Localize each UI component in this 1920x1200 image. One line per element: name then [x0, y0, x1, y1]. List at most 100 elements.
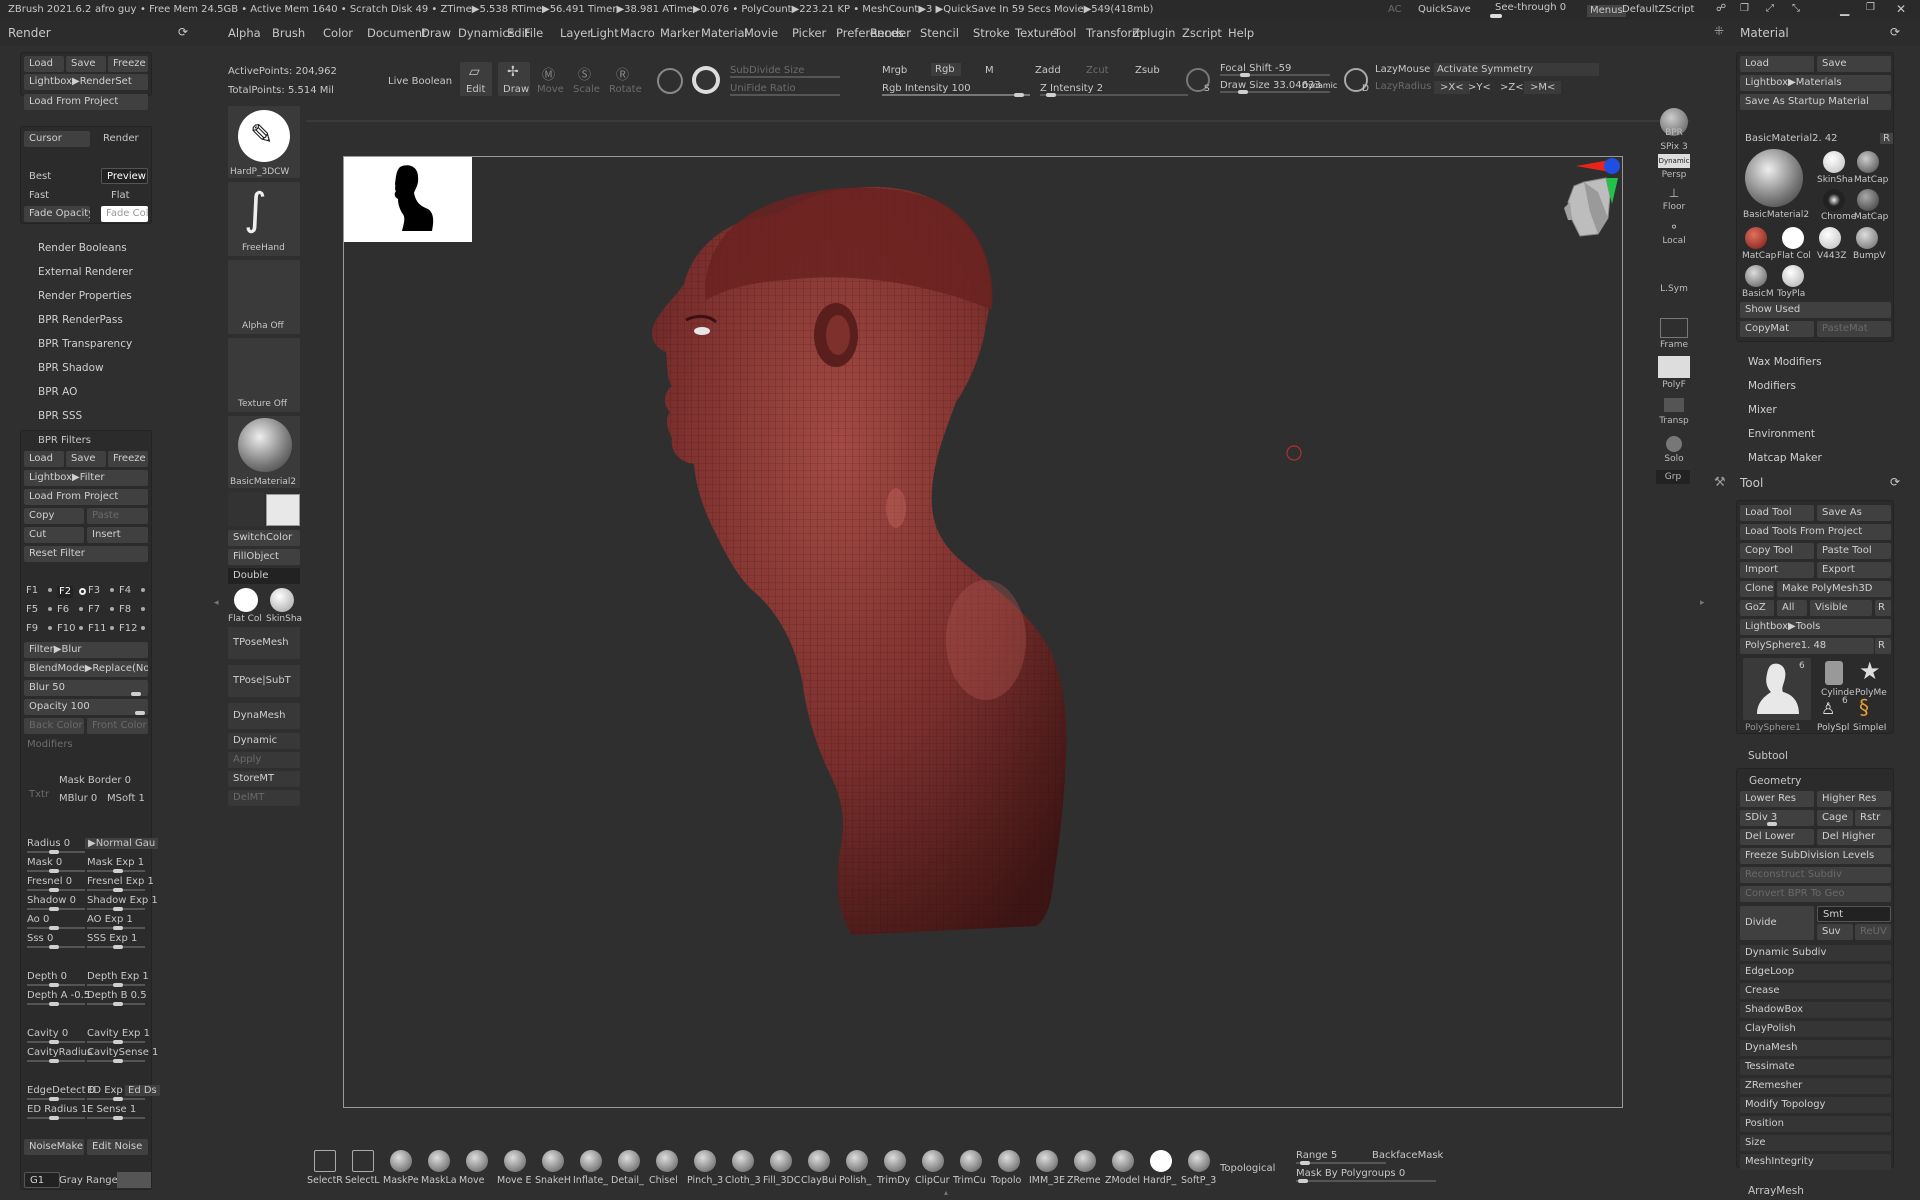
lsym-button[interactable]: L.Sym	[1652, 284, 1696, 294]
material-save-button[interactable]: Save	[1817, 56, 1891, 72]
rgb-button[interactable]: Rgb	[931, 63, 961, 76]
apply-button[interactable]: Apply	[228, 752, 300, 768]
g1-button[interactable]: G1	[24, 1172, 60, 1188]
range-slider[interactable]: Range 5	[1296, 1150, 1337, 1161]
sym-y-button[interactable]: >Y<	[1465, 81, 1494, 94]
tool-panel-title[interactable]: Tool	[1740, 476, 1763, 490]
sym-m-button[interactable]: >M<	[1524, 81, 1562, 94]
resize-icon[interactable]: ⤢	[1766, 4, 1774, 14]
toyplastic-icon[interactable]	[1782, 265, 1804, 287]
model-viewport[interactable]	[306, 120, 1690, 1145]
current-material-slider[interactable]: BasicMaterial2. 42	[1745, 133, 1838, 144]
menu-texture[interactable]: Texture	[1015, 26, 1057, 40]
cavity-slider[interactable]: Cavity 0	[27, 1028, 68, 1039]
load-tools-project-button[interactable]: Load Tools From Project	[1740, 524, 1891, 540]
local-button[interactable]: Local	[1652, 236, 1696, 246]
rgb-intensity-slider[interactable]: Rgb Intensity 100	[882, 83, 971, 94]
ed-exp-slider[interactable]: ED Exp	[87, 1085, 123, 1096]
visible-button[interactable]: Visible	[1810, 600, 1872, 616]
subdivide-size-slider[interactable]: SubDivide Size	[730, 65, 804, 76]
render-section-bpr-transparency[interactable]: BPR Transparency	[38, 338, 132, 350]
dynamic-persp-icon[interactable]: Dynamic	[1658, 154, 1690, 168]
render-button[interactable]: Render	[103, 133, 139, 144]
pastemat-button[interactable]: PasteMat	[1817, 321, 1891, 337]
material-section-environment[interactable]: Environment	[1748, 428, 1815, 440]
load-tool-button[interactable]: Load Tool	[1740, 505, 1814, 521]
skinshade-icon[interactable]	[1823, 151, 1845, 173]
transp-button[interactable]: Transp	[1652, 416, 1696, 426]
render-section-bpr-sss[interactable]: BPR SSS	[38, 410, 82, 422]
reconstruct-subdiv-button[interactable]: Reconstruct Subdiv	[1740, 867, 1891, 883]
transpose-icon[interactable]	[692, 66, 720, 94]
stroke-slot[interactable]: ∫ FreeHand	[228, 182, 300, 256]
clone-button[interactable]: Clone	[1740, 581, 1774, 597]
ed-ds-button[interactable]: Ed Ds	[125, 1085, 160, 1096]
save-as-button[interactable]: Save As	[1817, 505, 1891, 521]
lightbox-renderset-button[interactable]: Lightbox▶RenderSet	[24, 74, 148, 90]
menu-brush[interactable]: Brush	[272, 26, 305, 40]
lower-res-button[interactable]: Lower Res	[1740, 791, 1814, 807]
tpose-subt-button[interactable]: TPose|SubT	[228, 665, 300, 697]
canvas-area[interactable]	[306, 120, 1690, 1145]
depth-b-slider[interactable]: Depth B 0.5	[87, 990, 147, 1001]
zcut-button[interactable]: Zcut	[1086, 65, 1109, 76]
menu-zplugin[interactable]: Zplugin	[1132, 26, 1175, 40]
menu-marker[interactable]: Marker	[660, 26, 700, 40]
noisemaker-button[interactable]: NoiseMaker	[24, 1139, 84, 1155]
dynamic-toggle[interactable]: Dynamic	[1302, 81, 1337, 90]
edit-button[interactable]: ▱ Edit	[460, 62, 492, 96]
brush-fill-3dc-icon[interactable]	[770, 1150, 792, 1172]
brush-move-icon[interactable]	[466, 1150, 488, 1172]
refresh-icon[interactable]: ⟳	[1890, 25, 1900, 39]
brush-selectl-icon[interactable]	[352, 1150, 374, 1172]
texture-slot[interactable]: Texture Off	[228, 338, 300, 412]
current-tool-thumb[interactable]: 6	[1743, 658, 1811, 720]
flat-button[interactable]: Flat	[111, 190, 130, 201]
draw-button[interactable]: ✢ Draw	[498, 62, 530, 96]
edit-noise-button[interactable]: Edit Noise	[87, 1139, 148, 1155]
menu-movie[interactable]: Movie	[744, 26, 778, 40]
activate-symmetry-button[interactable]: Activate Symmetry	[1434, 63, 1600, 76]
refresh-icon[interactable]: ⟳	[178, 25, 188, 39]
menu-alpha[interactable]: Alpha	[228, 26, 261, 40]
save-button[interactable]: Save	[66, 56, 106, 72]
zsub-button[interactable]: Zsub	[1135, 65, 1160, 76]
maximize-icon[interactable]: ❐	[1866, 3, 1875, 13]
alpha-slot[interactable]: Alpha Off	[228, 260, 300, 334]
m-button[interactable]: M	[985, 65, 994, 76]
floor-button[interactable]: Floor	[1652, 202, 1696, 212]
menu-picker[interactable]: Picker	[792, 26, 826, 40]
copymat-button[interactable]: CopyMat	[1740, 321, 1814, 337]
geometry-section-dynamesh[interactable]: DynaMesh	[1740, 1040, 1891, 1056]
ao-exp-slider[interactable]: AO Exp 1	[87, 914, 133, 925]
unifide-ratio-slider[interactable]: UniFide Ratio	[730, 83, 796, 94]
menu-draw[interactable]: Draw	[421, 26, 451, 40]
load-button[interactable]: Load	[24, 56, 64, 72]
best-button[interactable]: Best	[29, 171, 51, 182]
refresh-icon[interactable]: ⟳	[1890, 475, 1900, 489]
tool-r-button[interactable]: R	[1875, 638, 1891, 654]
brush-softp-3-icon[interactable]	[1188, 1150, 1210, 1172]
geometry-section-zremesher[interactable]: ZRemesher	[1740, 1078, 1891, 1094]
freeze-subdivision-button[interactable]: Freeze SubDivision Levels	[1740, 848, 1891, 864]
fast-button[interactable]: Fast	[29, 190, 49, 201]
dynamesh-button[interactable]: DynaMesh	[228, 703, 300, 729]
left-collapse-icon[interactable]: ◂	[214, 598, 219, 612]
show-used-button[interactable]: Show Used	[1740, 302, 1891, 318]
grp-button[interactable]: Grp	[1656, 470, 1690, 484]
v443z-icon[interactable]	[1819, 227, 1841, 249]
mrgb-button[interactable]: Mrgb	[882, 65, 907, 76]
bumpv-icon[interactable]	[1856, 227, 1878, 249]
polymesh-star-icon[interactable]: ★	[1859, 657, 1881, 685]
red-matcap-icon[interactable]	[1745, 227, 1767, 249]
storemt-button[interactable]: StoreMT	[228, 771, 300, 787]
brush-topolo-icon[interactable]	[998, 1150, 1020, 1172]
render-section-render-properties[interactable]: Render Properties	[38, 290, 132, 302]
delmt-button[interactable]: DelMT	[228, 790, 300, 806]
cavity-exp-slider[interactable]: Cavity Exp 1	[87, 1028, 150, 1039]
render-section-render-booleans[interactable]: Render Booleans	[38, 242, 127, 254]
brush-polish--icon[interactable]	[846, 1150, 868, 1172]
copy-tool-button[interactable]: Copy Tool	[1740, 543, 1814, 559]
dynamic-button[interactable]: Dynamic	[228, 733, 300, 749]
geometry-section-position[interactable]: Position	[1740, 1116, 1891, 1132]
